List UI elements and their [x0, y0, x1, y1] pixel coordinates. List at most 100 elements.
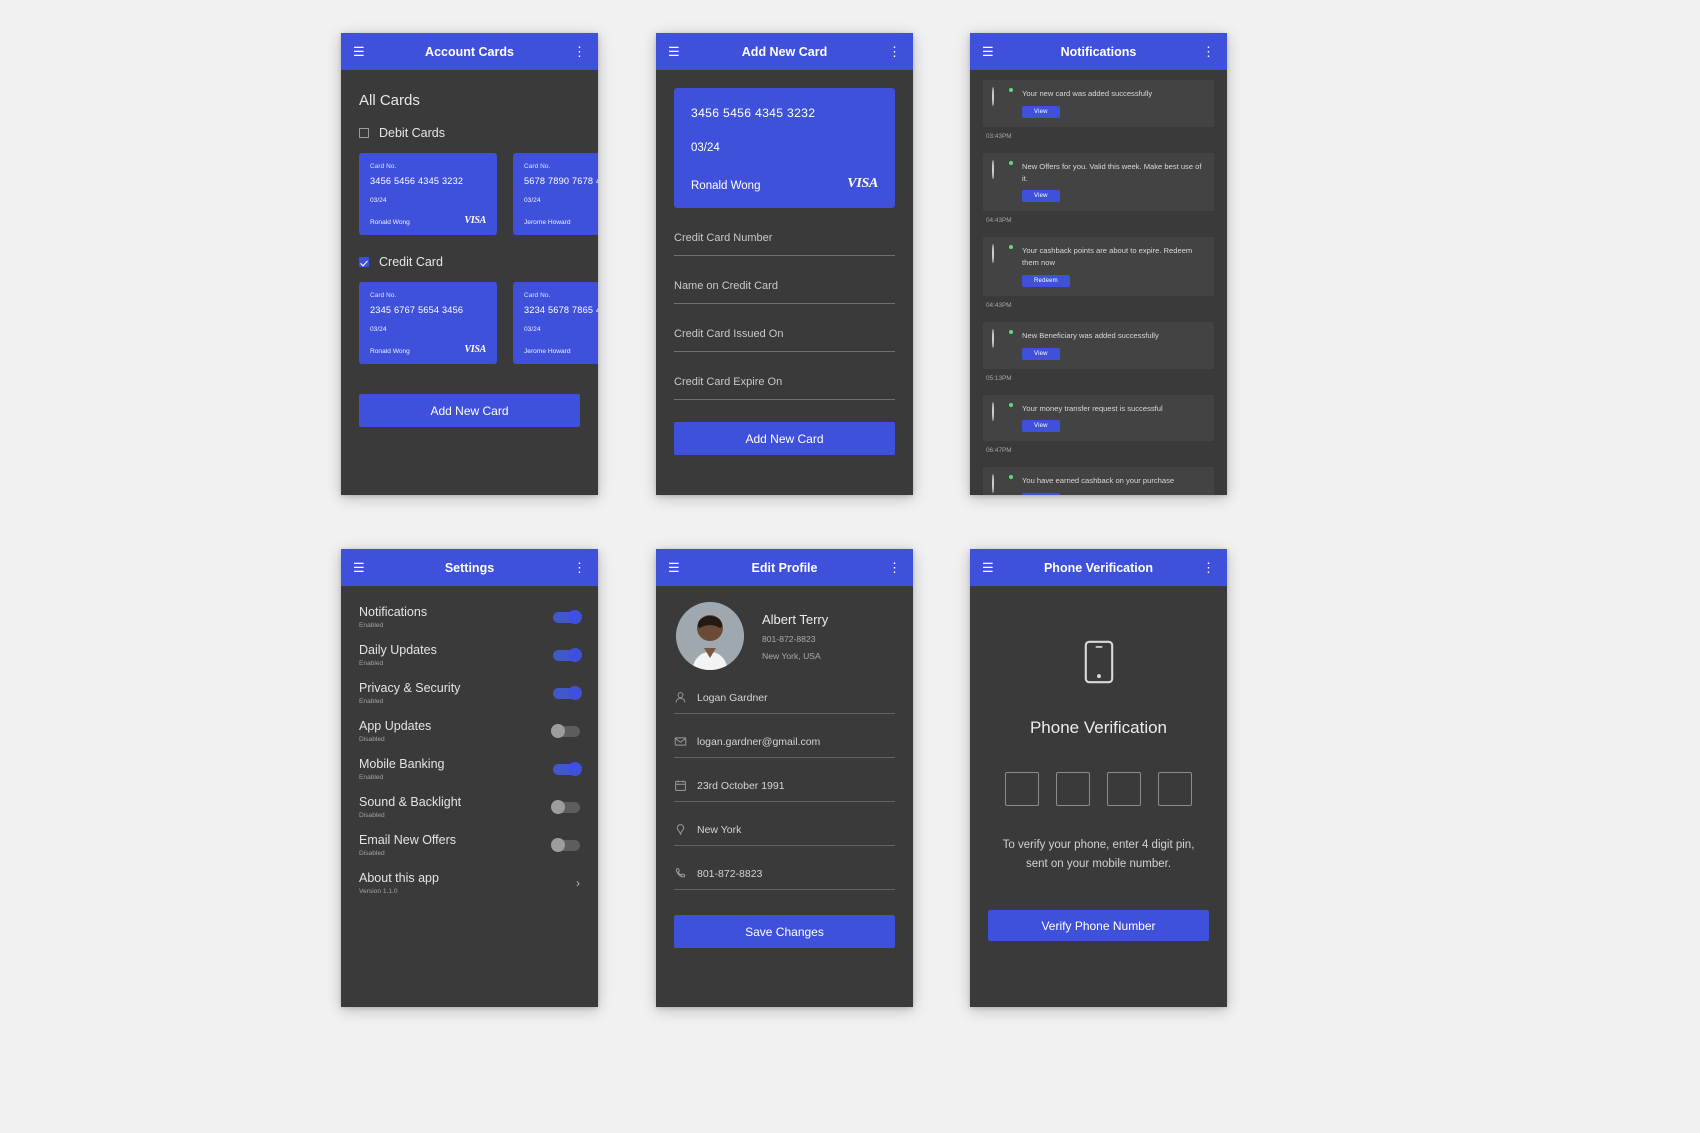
pin-digit-2[interactable] — [1056, 772, 1090, 806]
group-label: Credit Card — [379, 255, 443, 269]
card-expiry: 03/24 — [370, 197, 387, 204]
overflow-menu-icon[interactable]: ⋮ — [1202, 561, 1215, 574]
setting-row-app-updates[interactable]: App Updates Disabled — [341, 705, 598, 743]
overflow-menu-icon[interactable]: ⋮ — [573, 45, 586, 58]
setting-row-sound-backlight[interactable]: Sound & Backlight Disabled — [341, 781, 598, 819]
chevron-right-icon[interactable]: › — [576, 876, 580, 890]
notification-action-button[interactable]: View — [1022, 493, 1060, 495]
toggle-privacy-security[interactable] — [553, 686, 582, 700]
profile-field-value: 801-872-8823 — [697, 867, 763, 880]
online-dot-icon — [1008, 401, 1014, 408]
notification-action-button[interactable]: View — [1022, 190, 1060, 203]
notification-action-button[interactable]: Redeem — [1022, 274, 1070, 287]
verify-phone-number-button[interactable]: Verify Phone Number — [988, 910, 1209, 942]
list-item[interactable]: New Offers for you. Valid this week. Mak… — [983, 152, 1214, 234]
pin-input-group[interactable] — [970, 738, 1227, 806]
appbar-add-new-card: ☰ Add New Card ⋮ — [656, 33, 913, 70]
screen-edit-profile: ☰ Edit Profile ⋮ Albert Terry 801-872-88… — [656, 549, 913, 1007]
setting-label: Privacy & Security — [359, 681, 461, 695]
menu-icon[interactable]: ☰ — [353, 45, 369, 58]
list-item[interactable]: You have earned cashback on your purchas… — [983, 467, 1214, 495]
list-item[interactable]: New Beneficiary was added successfully V… — [983, 321, 1214, 391]
avatar — [992, 244, 1014, 266]
bank-card[interactable]: Card No. 5678 7890 7678 4567 03/24 Jerom… — [513, 153, 598, 235]
overflow-menu-icon[interactable]: ⋮ — [888, 45, 901, 58]
setting-label: Daily Updates — [359, 643, 437, 657]
card-holder: Jerome Howard — [524, 348, 571, 355]
notification-action-button[interactable]: View — [1022, 105, 1060, 118]
setting-row-mobile-banking[interactable]: Mobile Banking Enabled — [341, 743, 598, 781]
avatar[interactable] — [676, 602, 744, 670]
field-label: Credit Card Issued On — [674, 328, 784, 340]
notification-time: 04:43PM — [986, 301, 1012, 309]
profile-name: Albert Terry — [762, 611, 829, 627]
credit-card-strip[interactable]: Card No. 2345 6767 5654 3456 03/24 Ronal… — [341, 269, 598, 364]
toggle-sound-backlight[interactable] — [551, 800, 580, 814]
notification-action-button[interactable]: View — [1022, 420, 1060, 433]
list-item[interactable]: Your new card was added successfully Vie… — [983, 80, 1214, 149]
field-name-on-credit-card[interactable]: Name on Credit Card — [674, 256, 895, 304]
menu-icon[interactable]: ☰ — [668, 561, 684, 574]
preview-card-number: 3456 5456 4345 3232 — [691, 106, 816, 120]
setting-status: Enabled — [359, 774, 384, 781]
overflow-menu-icon[interactable]: ⋮ — [888, 561, 901, 574]
setting-row-about-this-app[interactable]: About this app Version 1.1.0 › — [341, 857, 598, 895]
add-new-card-button[interactable]: Add New Card — [359, 394, 580, 427]
field-credit-card-issued-on[interactable]: Credit Card Issued On — [674, 304, 895, 352]
profile-field-email[interactable]: logan.gardner@gmail.com — [674, 714, 895, 748]
profile-field-birthdate[interactable]: 23rd October 1991 — [674, 758, 895, 792]
menu-icon[interactable]: ☰ — [982, 45, 998, 58]
field-label: Name on Credit Card — [674, 280, 778, 292]
field-credit-card-expire-on[interactable]: Credit Card Expire On — [674, 352, 895, 400]
bank-card[interactable]: Card No. 3234 5678 7865 4567 03/24 Jerom… — [513, 282, 598, 364]
mobile-phone-icon — [1084, 640, 1114, 689]
profile-field-name[interactable]: Logan Gardner — [674, 670, 895, 704]
toggle-mobile-banking[interactable] — [553, 762, 582, 776]
setting-status: Enabled — [359, 660, 384, 667]
notification-text: New Offers for you. Valid this week. Mak… — [1022, 161, 1202, 183]
toggle-notifications[interactable] — [553, 610, 582, 624]
section-heading: All Cards — [359, 92, 420, 109]
setting-row-email-new-offers[interactable]: Email New Offers Disabled — [341, 819, 598, 857]
profile-field-value: New York — [697, 823, 742, 836]
bank-card[interactable]: Card No. 2345 6767 5654 3456 03/24 Ronal… — [359, 282, 497, 364]
menu-icon[interactable]: ☰ — [668, 45, 684, 58]
calendar-icon — [674, 779, 687, 792]
toggle-daily-updates[interactable] — [553, 648, 582, 662]
profile-field-phone[interactable]: 801-872-8823 — [674, 846, 895, 880]
screen-notifications: ☰ Notifications ⋮ Your new card was adde… — [970, 33, 1227, 495]
profile-phone: 801-872-8823 — [762, 633, 816, 644]
card-no-label: Card No. — [370, 292, 397, 299]
save-changes-button[interactable]: Save Changes — [674, 915, 895, 948]
field-credit-card-number[interactable]: Credit Card Number — [674, 208, 895, 256]
notification-time: 03:43PM — [986, 132, 1012, 140]
notifications-list[interactable]: Your new card was added successfully Vie… — [970, 70, 1227, 495]
setting-row-privacy-security[interactable]: Privacy & Security Enabled — [341, 667, 598, 705]
pin-digit-1[interactable] — [1005, 772, 1039, 806]
notification-action-button[interactable]: View — [1022, 347, 1060, 360]
bank-card[interactable]: Card No. 3456 5456 4345 3232 03/24 Ronal… — [359, 153, 497, 235]
profile-field-city[interactable]: New York — [674, 802, 895, 836]
page-title: Settings — [444, 560, 495, 575]
group-debit-cards[interactable]: Debit Cards — [341, 109, 598, 140]
setting-row-daily-updates[interactable]: Daily Updates Enabled — [341, 629, 598, 667]
checkbox-debit-cards[interactable] — [359, 128, 369, 138]
overflow-menu-icon[interactable]: ⋮ — [1202, 45, 1215, 58]
list-item[interactable]: Your money transfer request is successfu… — [983, 394, 1214, 464]
pin-digit-4[interactable] — [1158, 772, 1192, 806]
page-title: Edit Profile — [751, 560, 818, 575]
submit-add-card-button[interactable]: Add New Card — [674, 422, 895, 455]
debit-card-strip[interactable]: Card No. 3456 5456 4345 3232 03/24 Ronal… — [341, 140, 598, 235]
toggle-email-new-offers[interactable] — [551, 838, 580, 852]
overflow-menu-icon[interactable]: ⋮ — [573, 561, 586, 574]
list-item[interactable]: Your cashback points are about to expire… — [983, 237, 1214, 318]
page-heading: Phone Verification — [1029, 718, 1168, 737]
pin-digit-3[interactable] — [1107, 772, 1141, 806]
menu-icon[interactable]: ☰ — [353, 561, 369, 574]
profile-field-value: Logan Gardner — [697, 691, 768, 704]
setting-row-notifications[interactable]: Notifications Enabled — [341, 586, 598, 629]
group-credit-card[interactable]: Credit Card — [341, 235, 598, 269]
toggle-app-updates[interactable] — [551, 724, 580, 738]
menu-icon[interactable]: ☰ — [982, 561, 998, 574]
checkbox-credit-card[interactable] — [359, 257, 369, 267]
